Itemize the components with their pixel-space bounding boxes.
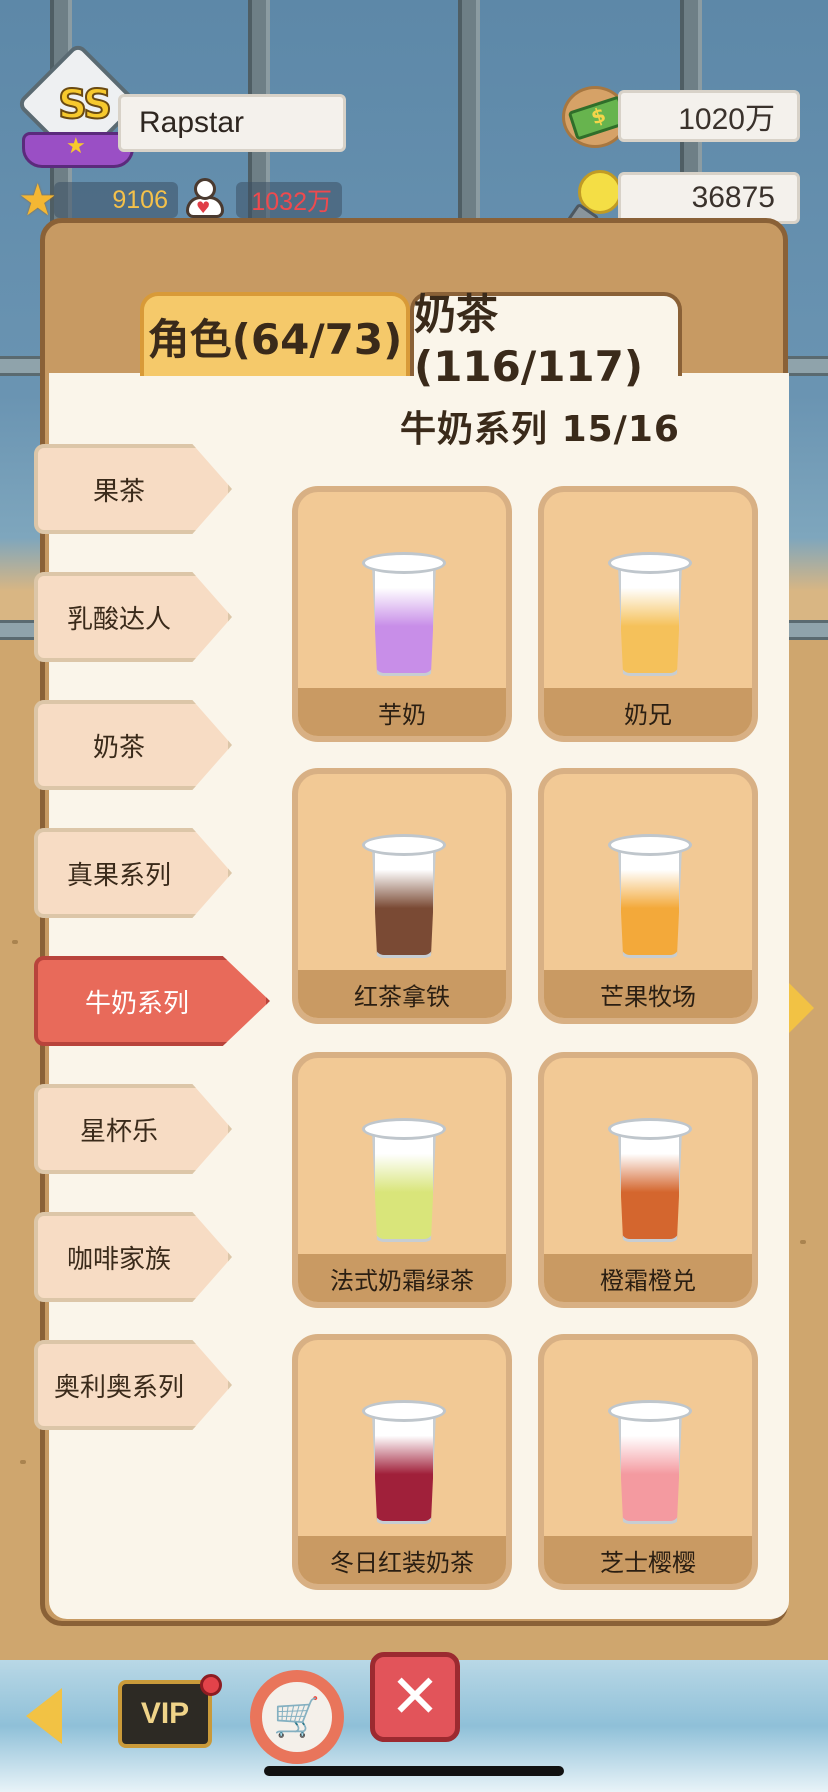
cup-lid	[362, 1400, 446, 1422]
drink-card[interactable]: 法式奶霜绿茶	[292, 1052, 512, 1308]
scene-next-arrow-icon[interactable]	[786, 980, 814, 1036]
sand-dot	[800, 1240, 806, 1244]
cup-body	[372, 566, 436, 676]
cup-body	[372, 848, 436, 958]
cup-lid	[362, 552, 446, 574]
category-label: 星杯乐	[79, 1116, 158, 1147]
cup-body	[618, 848, 682, 958]
fans-count: 1032万	[236, 182, 342, 218]
drink-cup-icon	[362, 834, 446, 960]
category-label: 牛奶系列	[84, 988, 189, 1019]
cup-body	[618, 566, 682, 676]
drink-cup-icon	[362, 1118, 446, 1244]
cup-body	[618, 1132, 682, 1242]
cup-lid	[608, 1118, 692, 1140]
category-real-fruit[interactable]: 真果系列	[34, 828, 232, 918]
category-label: 奥利奥系列	[53, 1372, 184, 1403]
drink-card[interactable]: 橙霜橙兑	[538, 1052, 758, 1308]
drink-card[interactable]: 芋奶	[292, 486, 512, 742]
drink-card[interactable]: 芒果牧场	[538, 768, 758, 1024]
cup-body	[372, 1132, 436, 1242]
star-count: 9106	[54, 182, 178, 218]
drink-name: 芋奶	[298, 688, 506, 736]
category-milk-series[interactable]: 牛奶系列	[34, 956, 270, 1046]
drink-card[interactable]: 奶兄	[538, 486, 758, 742]
cup-lid	[608, 834, 692, 856]
drink-cup-icon	[362, 1400, 446, 1526]
category-coffee[interactable]: 咖啡家族	[34, 1212, 232, 1302]
sand-dot	[12, 940, 18, 944]
category-label: 咖啡家族	[66, 1244, 171, 1275]
category-milk-tea[interactable]: 奶茶	[34, 700, 232, 790]
player-name: Rapstar	[118, 94, 346, 152]
heart-icon: ♥	[196, 198, 211, 217]
drink-cup-icon	[608, 834, 692, 960]
drink-name: 冬日红装奶茶	[298, 1536, 506, 1584]
drink-name: 芝士樱樱	[544, 1536, 752, 1584]
cup-body	[372, 1414, 436, 1524]
section-title: 牛奶系列 15/16	[400, 409, 680, 450]
rank-label: SS	[57, 81, 113, 129]
drink-card[interactable]: 红茶拿铁	[292, 768, 512, 1024]
category-label: 果茶	[92, 476, 145, 507]
category-fruit-tea[interactable]: 果茶	[34, 444, 232, 534]
drink-name: 橙霜橙兑	[544, 1254, 752, 1302]
close-button[interactable]: ✕	[370, 1652, 460, 1742]
cup-body	[618, 1414, 682, 1524]
drink-cup-icon	[608, 552, 692, 678]
home-indicator	[264, 1766, 564, 1776]
sand-dot	[20, 1460, 26, 1464]
drink-cup-icon	[608, 1118, 692, 1244]
cup-lid	[608, 1400, 692, 1422]
star-icon: ★	[66, 134, 86, 159]
drink-card[interactable]: 冬日红装奶茶	[292, 1334, 512, 1590]
cart-icon: 🛒	[273, 1695, 321, 1739]
notification-dot	[200, 1674, 222, 1696]
category-star-cup[interactable]: 星杯乐	[34, 1084, 232, 1174]
category-label: 奶茶	[92, 732, 145, 763]
tab-milk-tea[interactable]: 奶茶(116/117)	[410, 290, 682, 391]
idea-value: 36875	[618, 172, 800, 224]
tab-roles[interactable]: 角色(64/73)	[140, 292, 410, 376]
back-arrow-icon[interactable]	[26, 1688, 62, 1744]
drink-cup-icon	[608, 1400, 692, 1526]
category-lactic[interactable]: 乳酸达人	[34, 572, 232, 662]
drink-card[interactable]: 芝士樱樱	[538, 1334, 758, 1590]
cup-lid	[362, 1118, 446, 1140]
category-label: 真果系列	[66, 860, 171, 891]
vip-button[interactable]: VIP	[118, 1680, 212, 1748]
category-label: 乳酸达人	[66, 604, 171, 635]
cup-lid	[608, 552, 692, 574]
drink-name: 奶兄	[544, 688, 752, 736]
drink-name: 芒果牧场	[544, 970, 752, 1018]
fans-icon-head	[194, 178, 216, 200]
drink-name: 红茶拿铁	[298, 970, 506, 1018]
drink-name: 法式奶霜绿茶	[298, 1254, 506, 1302]
category-oreo[interactable]: 奥利奥系列	[34, 1340, 232, 1430]
money-value: 1020万	[618, 90, 800, 142]
cup-lid	[362, 834, 446, 856]
fans-icon: ♥	[184, 178, 224, 222]
drink-cup-icon	[362, 552, 446, 678]
